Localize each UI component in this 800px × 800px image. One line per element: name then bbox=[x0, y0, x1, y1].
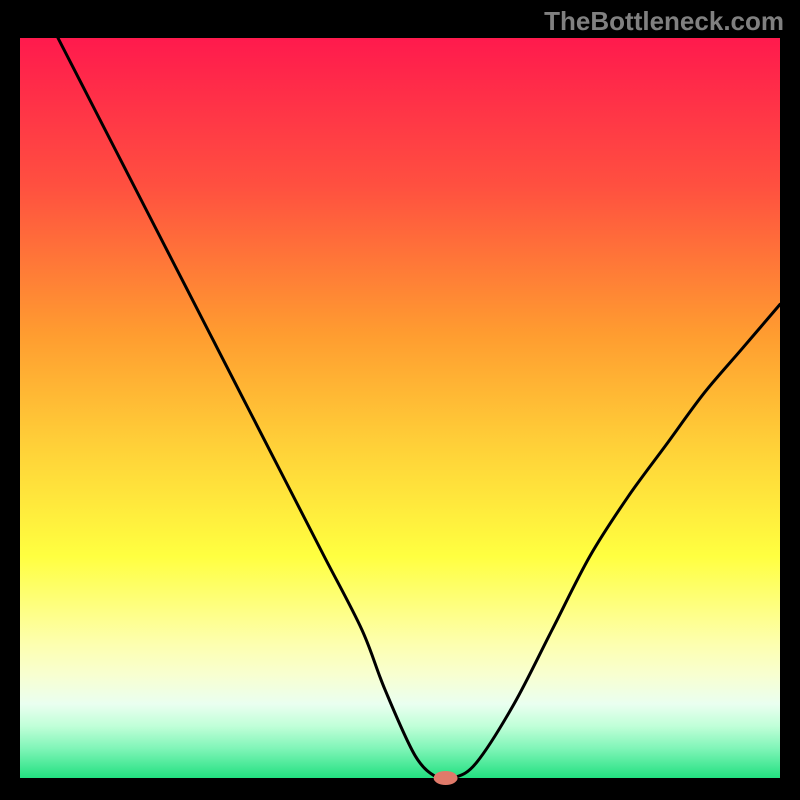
bottleneck-chart bbox=[0, 0, 800, 800]
plot-background bbox=[20, 38, 780, 778]
chart-container: TheBottleneck.com bbox=[0, 0, 800, 800]
bottleneck-marker bbox=[434, 771, 458, 785]
watermark-text: TheBottleneck.com bbox=[544, 6, 784, 37]
